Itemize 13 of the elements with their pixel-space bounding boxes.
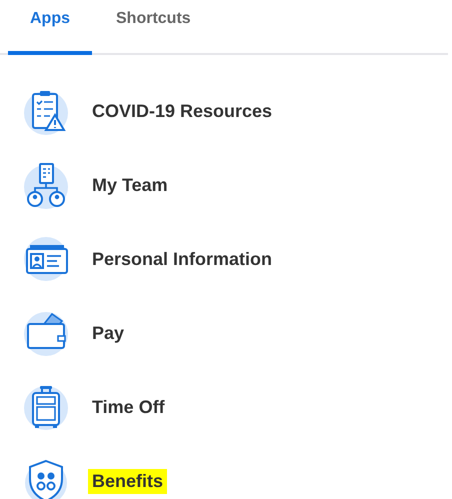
app-link[interactable]: Time Off — [88, 394, 169, 420]
app-link[interactable]: My Team — [88, 172, 172, 198]
app-link[interactable]: Benefits — [88, 468, 168, 494]
tab[interactable]: Shortcuts — [94, 0, 213, 55]
wallet-icon[interactable] — [22, 309, 70, 357]
team-icon[interactable] — [22, 161, 70, 209]
id-card-icon[interactable] — [22, 235, 70, 283]
app-link[interactable]: COVID-19 Resources — [88, 98, 276, 124]
shield-icon[interactable] — [22, 457, 70, 499]
app-link[interactable]: Personal Information — [88, 246, 276, 272]
suitcase-icon[interactable] — [22, 383, 70, 431]
tab[interactable]: Apps — [8, 0, 92, 55]
app-link[interactable]: Pay — [88, 320, 128, 346]
